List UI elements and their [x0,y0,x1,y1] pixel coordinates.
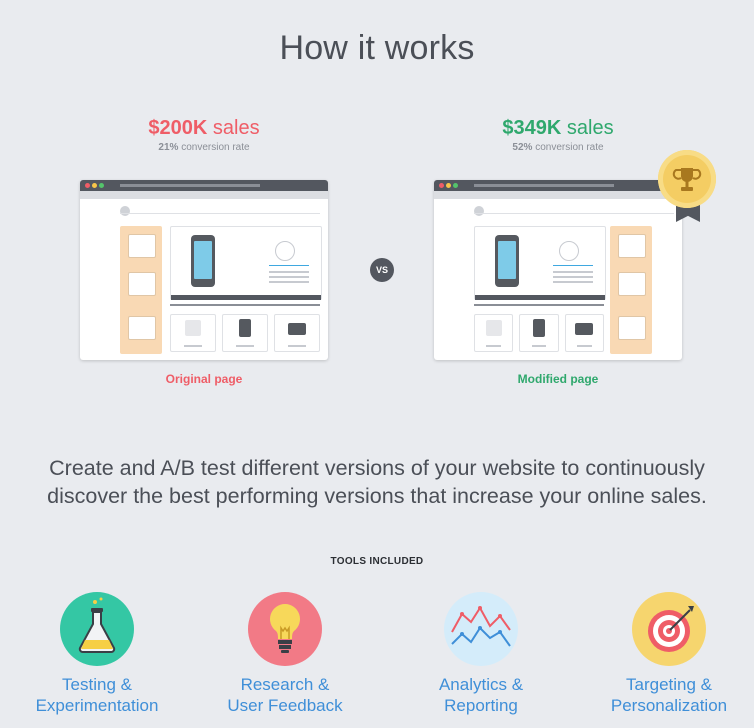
page-title: How it works [279,28,475,67]
mock-navbar [120,204,320,214]
line-chart-icon [444,592,518,666]
mock-product-cards [170,314,320,352]
tools-heading: TOOLS INCLUDED [330,556,424,567]
shirt-icon [185,320,201,336]
flask-icon [60,592,134,666]
mock-navbar [474,204,674,214]
modified-page-caption: Modified page [517,372,599,386]
music-player-icon [532,319,545,337]
tool-targeting-personalization[interactable]: Targeting & Personalization [584,592,754,716]
mock-hero [170,226,322,300]
laptop-icon [618,316,646,340]
music-player-icon [239,319,251,337]
original-page-mockup [80,180,328,360]
speaker-icon [618,272,646,296]
lightbulb-icon [248,592,322,666]
tool-label[interactable]: Research & User Feedback [200,674,370,716]
laptop-icon [128,316,156,340]
tool-label[interactable]: Targeting & Personalization [584,674,754,716]
tool-analytics-reporting[interactable]: Analytics & Reporting [396,592,566,716]
tool-label[interactable]: Analytics & Reporting [396,674,566,716]
mock-sidebar [610,226,652,354]
monitor-icon [128,234,156,258]
phone-icon [495,235,519,287]
phone-icon [191,235,215,287]
target-icon [632,592,706,666]
tool-research-user-feedback[interactable]: Research & User Feedback [200,592,370,716]
modified-page-mockup [434,180,682,360]
modified-conversion-rate: 52% conversion rate [512,142,604,153]
original-conversion-rate: 21% conversion rate [158,142,250,153]
trophy-icon [672,168,702,191]
shirt-icon [485,320,502,336]
browser-chrome [434,180,682,191]
mock-product-cards [474,314,604,352]
modified-stats: $349K sales 52% conversion rate [408,116,708,153]
camera-icon [575,323,594,335]
tool-testing-experimentation[interactable]: Testing & Experimentation [12,592,182,716]
speaker-icon [128,272,156,296]
original-sales: $200K sales [148,117,260,139]
mock-hero [474,226,606,300]
monitor-icon [618,234,646,258]
original-stats: $200K sales 21% conversion rate [54,116,354,153]
mock-sidebar [120,226,162,354]
vs-badge: VS [370,258,394,282]
description-text: Create and A/B test different versions o… [47,456,707,508]
original-page-caption: Original page [165,372,243,386]
camera-icon [288,323,306,335]
tool-label[interactable]: Testing & Experimentation [12,674,182,716]
modified-sales: $349K sales [502,117,614,139]
browser-chrome [80,180,328,191]
